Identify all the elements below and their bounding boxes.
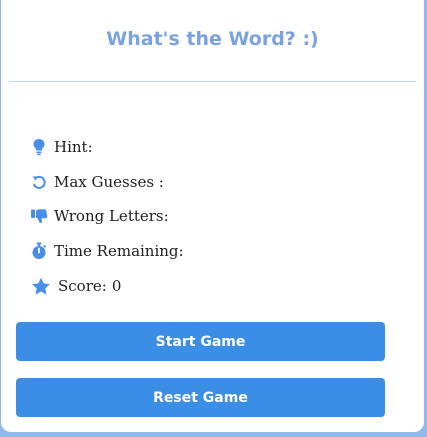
wrong-letters-label: Wrong Letters: <box>54 207 169 225</box>
hint-row: Hint: <box>30 138 98 156</box>
score-label: Score: <box>58 277 107 295</box>
game-card: What's the Word? :) Hint: Max Guesses : <box>1 0 424 432</box>
score-value: 0 <box>111 277 122 295</box>
score-row: Score: 0 <box>30 277 121 295</box>
undo-icon <box>30 173 48 191</box>
start-game-button[interactable]: Start Game <box>16 322 385 361</box>
star-icon <box>30 277 52 295</box>
hint-label: Hint: <box>54 138 93 156</box>
max-guesses-row: Max Guesses : <box>30 173 169 191</box>
max-guesses-label: Max Guesses : <box>54 173 164 191</box>
reset-game-button[interactable]: Reset Game <box>16 378 385 417</box>
stopwatch-icon <box>30 242 48 260</box>
time-remaining-label: Time Remaining: <box>54 242 184 260</box>
thumbs-down-icon <box>30 207 48 225</box>
wrong-letters-row: Wrong Letters: <box>30 207 174 225</box>
time-remaining-row: Time Remaining: <box>30 242 189 260</box>
title-divider <box>9 81 416 82</box>
lightbulb-icon <box>30 138 48 156</box>
page-title: What's the Word? :) <box>106 28 319 50</box>
